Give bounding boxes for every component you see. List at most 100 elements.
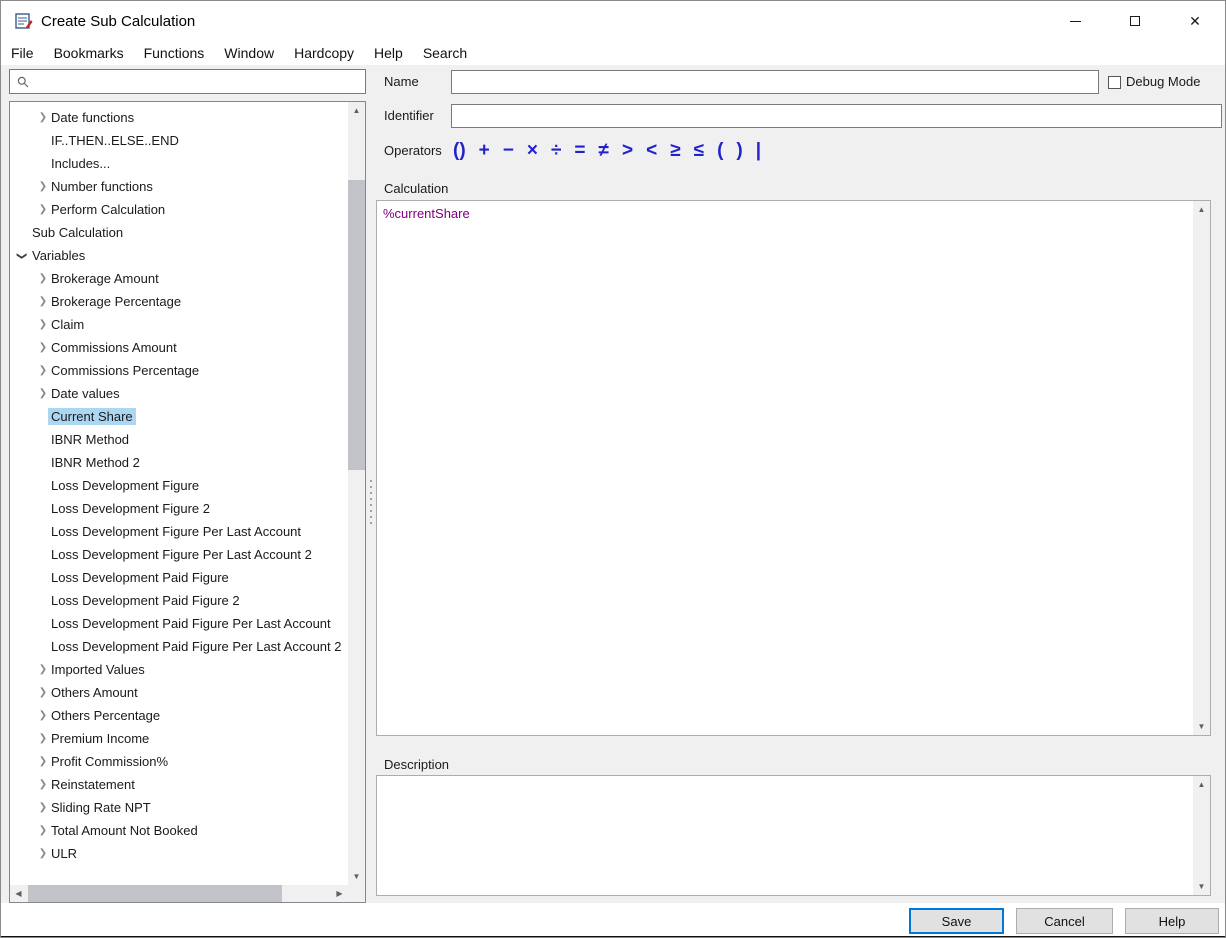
tree-item-number-functions[interactable]: ❯Number functions: [10, 175, 348, 198]
identifier-input[interactable]: [451, 104, 1222, 128]
tree-item-perform-calculation[interactable]: ❯Perform Calculation: [10, 198, 348, 221]
operator-less-than[interactable]: <: [646, 141, 657, 160]
chevron-right-icon[interactable]: ❯: [37, 319, 49, 331]
calculation-editor[interactable]: %currentShare ▲ ▼: [376, 200, 1211, 736]
chevron-right-icon[interactable]: ❯: [37, 756, 49, 768]
tree-item-sliding-rate-npt[interactable]: ❯Sliding Rate NPT: [10, 796, 348, 819]
menu-item-window[interactable]: Window: [214, 41, 284, 65]
cancel-button[interactable]: Cancel: [1016, 908, 1113, 934]
vertical-scrollbar-thumb[interactable]: [348, 180, 365, 470]
tree-item-current-share[interactable]: Current Share: [10, 405, 348, 428]
debug-mode-checkbox[interactable]: [1108, 76, 1121, 89]
scroll-down-button[interactable]: ▼: [1193, 878, 1210, 895]
tree-item-loss-development-figure[interactable]: Loss Development Figure: [10, 474, 348, 497]
maximize-button[interactable]: [1105, 1, 1165, 41]
tree-item-loss-development-paid-figure-per-last-account-2[interactable]: Loss Development Paid Figure Per Last Ac…: [10, 635, 348, 658]
operator-paren-pair[interactable]: (): [453, 141, 466, 160]
operator-greater-or-equal[interactable]: ≥: [670, 141, 680, 160]
menu-item-search[interactable]: Search: [413, 41, 477, 65]
minimize-button[interactable]: [1045, 1, 1105, 41]
operator-open-paren[interactable]: (: [717, 141, 723, 160]
tree-item-loss-development-figure-per-last-account-2[interactable]: Loss Development Figure Per Last Account…: [10, 543, 348, 566]
calculation-text[interactable]: %currentShare: [383, 206, 470, 221]
menu-item-help[interactable]: Help: [364, 41, 413, 65]
tree-item-commissions-amount[interactable]: ❯Commissions Amount: [10, 336, 348, 359]
tree-item-imported-values[interactable]: ❯Imported Values: [10, 658, 348, 681]
tree-item-date-functions[interactable]: ❯Date functions: [10, 106, 348, 129]
save-button[interactable]: Save: [909, 908, 1004, 934]
tree-item-premium-income[interactable]: ❯Premium Income: [10, 727, 348, 750]
tree-item-claim[interactable]: ❯Claim: [10, 313, 348, 336]
tree-item-loss-development-paid-figure-per-last-account[interactable]: Loss Development Paid Figure Per Last Ac…: [10, 612, 348, 635]
chevron-right-icon[interactable]: ❯: [37, 296, 49, 308]
chevron-right-icon[interactable]: ❯: [37, 779, 49, 791]
chevron-right-icon[interactable]: ❯: [37, 710, 49, 722]
tree-item-ulr[interactable]: ❯ULR: [10, 842, 348, 865]
chevron-right-icon[interactable]: ❯: [37, 848, 49, 860]
tree-item-loss-development-paid-figure-2[interactable]: Loss Development Paid Figure 2: [10, 589, 348, 612]
operator-equals[interactable]: =: [574, 141, 585, 160]
operator-divide[interactable]: ÷: [551, 141, 561, 160]
chevron-right-icon[interactable]: ❯: [37, 342, 49, 354]
tree-item-loss-development-paid-figure[interactable]: Loss Development Paid Figure: [10, 566, 348, 589]
chevron-right-icon[interactable]: ❯: [37, 802, 49, 814]
tree-item-commissions-percentage[interactable]: ❯Commissions Percentage: [10, 359, 348, 382]
operator-minus[interactable]: −: [503, 141, 514, 160]
description-scrollbar[interactable]: ▲ ▼: [1193, 776, 1210, 895]
tree-item-if-then-else-end[interactable]: IF..THEN..ELSE..END: [10, 129, 348, 152]
menu-item-bookmarks[interactable]: Bookmarks: [44, 41, 134, 65]
panel-splitter[interactable]: [367, 101, 375, 903]
chevron-right-icon[interactable]: ❯: [37, 388, 49, 400]
scroll-up-button[interactable]: ▲: [1193, 776, 1210, 793]
operator-plus[interactable]: +: [479, 141, 490, 160]
operator-greater-than[interactable]: >: [622, 141, 633, 160]
operator-less-or-equal[interactable]: ≤: [694, 141, 704, 160]
tree-item-loss-development-figure-per-last-account[interactable]: Loss Development Figure Per Last Account: [10, 520, 348, 543]
tree-item-total-amount-not-booked[interactable]: ❯Total Amount Not Booked: [10, 819, 348, 842]
chevron-right-icon[interactable]: ❯: [37, 112, 49, 124]
tree-item-includes[interactable]: Includes...: [10, 152, 348, 175]
tree-item-ibnr-method-2[interactable]: IBNR Method 2: [10, 451, 348, 474]
scroll-up-button[interactable]: ▲: [348, 102, 365, 119]
calculation-scrollbar[interactable]: ▲ ▼: [1193, 201, 1210, 735]
tree-item-others-percentage[interactable]: ❯Others Percentage: [10, 704, 348, 727]
menu-item-functions[interactable]: Functions: [134, 41, 215, 65]
chevron-right-icon[interactable]: ❯: [37, 181, 49, 193]
menu-item-file[interactable]: File: [1, 41, 44, 65]
scroll-up-button[interactable]: ▲: [1193, 201, 1210, 218]
tree-horizontal-scrollbar[interactable]: ◀ ▶: [10, 885, 348, 902]
titlebar[interactable]: Create Sub Calculation ✕: [1, 1, 1225, 41]
tree-item-brokerage-percentage[interactable]: ❯Brokerage Percentage: [10, 290, 348, 313]
chevron-right-icon[interactable]: ❯: [37, 687, 49, 699]
chevron-right-icon[interactable]: ❯: [37, 664, 49, 676]
tree-item-ibnr-method[interactable]: IBNR Method: [10, 428, 348, 451]
description-editor[interactable]: ▲ ▼: [376, 775, 1211, 896]
scroll-down-button[interactable]: ▼: [348, 868, 365, 885]
operator-multiply[interactable]: ×: [527, 141, 538, 160]
help-button[interactable]: Help: [1125, 908, 1219, 934]
tree-item-reinstatement[interactable]: ❯Reinstatement: [10, 773, 348, 796]
tree-item-others-amount[interactable]: ❯Others Amount: [10, 681, 348, 704]
horizontal-scrollbar-thumb[interactable]: [28, 885, 282, 902]
tree-item-loss-development-figure-2[interactable]: Loss Development Figure 2: [10, 497, 348, 520]
tree-vertical-scrollbar[interactable]: ▲ ▼: [348, 102, 365, 885]
tree-item-sub-calculation[interactable]: Sub Calculation: [10, 221, 348, 244]
close-button[interactable]: ✕: [1165, 1, 1225, 41]
search-input[interactable]: [34, 71, 365, 92]
chevron-right-icon[interactable]: ❯: [37, 273, 49, 285]
chevron-right-icon[interactable]: ❯: [37, 365, 49, 377]
name-input[interactable]: [451, 70, 1099, 94]
chevron-right-icon[interactable]: ❯: [37, 204, 49, 216]
scroll-right-button[interactable]: ▶: [331, 885, 348, 902]
tree-item-variables[interactable]: ❯Variables: [10, 244, 348, 267]
scroll-down-button[interactable]: ▼: [1193, 718, 1210, 735]
tree-item-profit-commission[interactable]: ❯Profit Commission%: [10, 750, 348, 773]
operator-pipe[interactable]: |: [756, 141, 761, 160]
tree-item-brokerage-amount[interactable]: ❯Brokerage Amount: [10, 267, 348, 290]
tree-item-date-values[interactable]: ❯Date values: [10, 382, 348, 405]
menu-item-hardcopy[interactable]: Hardcopy: [284, 41, 364, 65]
chevron-right-icon[interactable]: ❯: [37, 825, 49, 837]
chevron-right-icon[interactable]: ❯: [37, 733, 49, 745]
operator-close-paren[interactable]: ): [736, 141, 742, 160]
chevron-down-icon[interactable]: ❯: [15, 250, 27, 262]
